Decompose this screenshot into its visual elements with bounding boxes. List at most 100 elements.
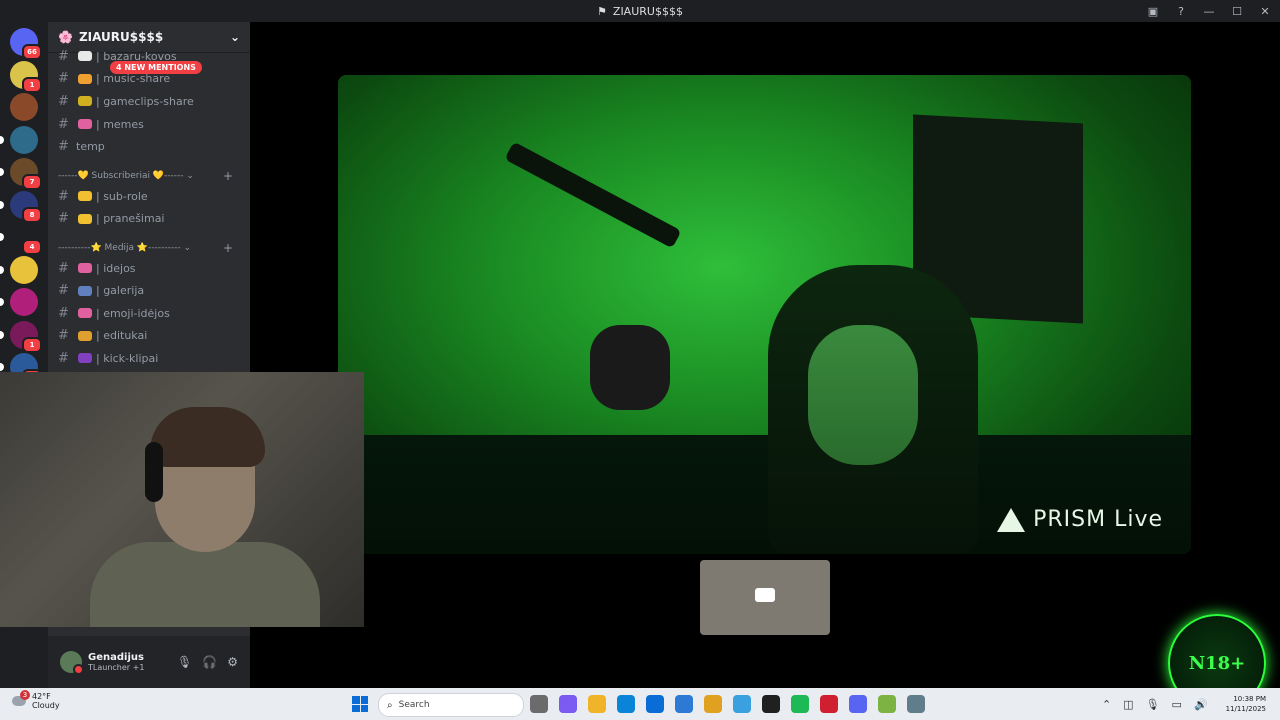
server-icon[interactable] <box>10 93 38 121</box>
taskbar-app-icon[interactable] <box>559 695 577 713</box>
main-stream-video[interactable]: PRISM Live <box>338 75 1191 554</box>
channel-item[interactable]: # | emoji-idėjos <box>58 303 243 323</box>
add-channel-icon[interactable]: + <box>223 241 233 255</box>
system-tray: ⌃ ◫ 🎙 ▭ 🔊 10:38 PM 11/11/2025 <box>1102 688 1280 720</box>
prism-brand-text: PRISM Live <box>1033 507 1163 532</box>
mic-tray-icon[interactable]: 🎙 <box>1146 698 1160 711</box>
server-icon[interactable]: 66 <box>10 28 42 60</box>
microphone-icon[interactable]: 🎙 <box>177 655 192 669</box>
channel-item[interactable]: # | idejos <box>58 258 243 278</box>
unread-pip <box>0 168 4 176</box>
server-icon[interactable]: 1 <box>10 60 42 93</box>
minimize-button[interactable]: — <box>1202 4 1216 18</box>
channel-item[interactable]: # | pranešimai <box>58 209 243 229</box>
user-panel: Genadijus TLauncher +1 🎙 🎧 ⚙ <box>48 636 250 688</box>
network-icon[interactable]: ◫ <box>1123 698 1133 711</box>
settings-gear-icon[interactable]: ⚙ <box>227 655 238 669</box>
inbox-icon[interactable]: ▣ <box>1146 4 1160 18</box>
headphones-icon[interactable]: 🎧 <box>202 655 217 669</box>
server-icon[interactable]: 4 <box>0 223 42 255</box>
server-icon[interactable] <box>0 288 38 316</box>
cloud-icon: 3 <box>12 690 30 706</box>
hash-icon: # <box>58 139 69 155</box>
chevron-down-icon[interactable]: ⌄ <box>230 30 240 44</box>
start-button[interactable] <box>352 696 368 712</box>
channel-emoji-icon <box>78 330 92 341</box>
unread-pip <box>0 330 4 339</box>
server-mention-badge: 7 <box>22 174 42 190</box>
channel-emoji-icon <box>78 213 92 224</box>
server-icon[interactable]: 7 <box>0 158 42 190</box>
unread-pip <box>0 363 4 371</box>
weather-desc: Cloudy <box>32 701 60 710</box>
taskbar-app-icon[interactable] <box>646 695 664 713</box>
server-icon[interactable] <box>0 255 38 284</box>
webcam-headphones-shape <box>145 442 163 502</box>
channel-category[interactable]: ------💛 Subscriberiai 💛------ ⌄ + <box>58 168 243 184</box>
battery-icon[interactable]: ▭ <box>1172 698 1182 711</box>
server-mention-badge: 1 <box>22 336 42 353</box>
maximize-button[interactable]: ☐ <box>1230 4 1244 18</box>
server-mention-badge: 66 <box>22 44 42 60</box>
channel-item[interactable]: # | editukai <box>58 326 243 346</box>
taskbar-app-icon[interactable] <box>733 695 751 713</box>
taskbar-app-icon[interactable] <box>704 695 722 713</box>
clock-date: 11/11/2025 <box>1225 705 1266 713</box>
new-mentions-pill[interactable]: 4 NEW MENTIONS <box>110 61 202 74</box>
prism-logo-icon <box>997 507 1026 532</box>
hash-icon: # <box>58 93 69 109</box>
taskbar-app-icon[interactable] <box>530 695 548 713</box>
channel-emoji-icon <box>78 119 92 130</box>
channel-item[interactable]: # temp <box>58 137 243 157</box>
server-icon[interactable]: 1 <box>0 320 42 353</box>
avatar[interactable] <box>60 651 84 675</box>
title-bar: ⚑ ZIAURU$$$$ ▣ ? — ☐ ✕ <box>0 0 1280 22</box>
taskbar-app-icon[interactable] <box>762 695 780 713</box>
taskbar-app-icon[interactable] <box>907 695 925 713</box>
taskbar-search[interactable]: ⌕ Search <box>378 693 524 717</box>
video-mic-arm-shape <box>504 141 682 249</box>
hash-icon: # <box>58 328 69 344</box>
taskbar-app-icon[interactable] <box>617 695 635 713</box>
video-microphone-shape <box>590 325 670 410</box>
add-channel-icon[interactable]: + <box>223 169 233 183</box>
weather-temp: 42°F <box>32 692 51 701</box>
search-icon: ⌕ <box>387 699 393 711</box>
server-mention-badge: 1 <box>22 76 42 93</box>
taskbar-app-icon[interactable] <box>588 695 606 713</box>
help-icon[interactable]: ? <box>1174 4 1188 18</box>
channel-category[interactable]: ----------⭐ Medija ⭐---------- ⌄ + <box>58 240 243 256</box>
server-icon-small: ⚑ <box>597 4 607 18</box>
channel-emoji-icon <box>78 96 92 107</box>
hash-icon: # <box>58 211 69 226</box>
volume-icon[interactable]: 🔊 <box>1194 698 1208 711</box>
taskbar-app-icon[interactable] <box>849 695 867 713</box>
unread-pip <box>0 200 4 209</box>
unread-pip <box>0 298 4 306</box>
channel-item[interactable]: # | memes <box>58 114 243 134</box>
chevron-up-icon[interactable]: ⌃ <box>1102 698 1111 711</box>
channel-item[interactable]: # | kick-klipai <box>58 348 243 368</box>
clock-time: 10:38 PM <box>1233 695 1266 703</box>
camera-icon <box>755 588 775 602</box>
channel-item[interactable]: # | galerija <box>58 281 243 301</box>
server-icon[interactable]: 8 <box>0 190 42 223</box>
taskbar-app-icon[interactable] <box>675 695 693 713</box>
video-face-shape <box>808 325 918 465</box>
close-button[interactable]: ✕ <box>1258 4 1272 18</box>
channel-item[interactable]: # | gameclips-share <box>58 91 243 111</box>
channel-name: | memes <box>96 117 144 131</box>
stream-stage: PRISM Live <box>250 22 1280 688</box>
video-desk-shape <box>338 435 1191 554</box>
server-icon[interactable] <box>0 125 38 154</box>
channel-item[interactable]: # | sub-role <box>58 186 243 206</box>
taskbar-app-icon[interactable] <box>878 695 896 713</box>
taskbar-app-icon[interactable] <box>820 695 838 713</box>
user-activity: TLauncher +1 <box>88 663 145 672</box>
hash-icon: # <box>58 71 69 87</box>
weather-widget[interactable]: 3 42°F Cloudy <box>12 690 60 710</box>
server-mention-badge: 8 <box>22 206 42 223</box>
taskbar-app-icon[interactable] <box>791 695 809 713</box>
participant-tile[interactable] <box>700 560 830 635</box>
clock[interactable]: 10:38 PM 11/11/2025 <box>1226 694 1266 714</box>
